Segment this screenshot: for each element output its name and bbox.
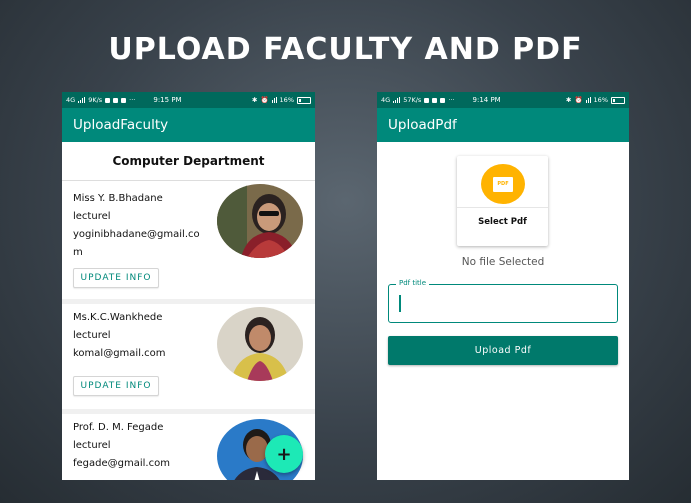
notification-icon <box>432 97 438 103</box>
upload-pdf-screen: 4G 57K/s ··· 9:14 PM ✱ ⏰ 16% UploadPdf P… <box>377 92 629 480</box>
status-bar: 4G 9K/s ··· 9:15 PM ✱ ⏰ 16% <box>62 92 315 108</box>
update-info-button[interactable]: UPDATE INFO <box>73 268 159 288</box>
select-pdf-card[interactable]: PDF Select Pdf <box>457 156 548 246</box>
faculty-card: Miss Y. B.Bhadane lecturel yoginibhadane… <box>62 181 315 299</box>
upload-pdf-button[interactable]: Upload Pdf <box>388 336 618 365</box>
upload-faculty-screen: 4G 9K/s ··· 9:15 PM ✱ ⏰ 16% UploadFacult… <box>62 92 315 480</box>
app-bar-title: UploadFaculty <box>62 108 315 142</box>
faculty-email: yoginibhadane@gmail.com <box>73 229 200 258</box>
faculty-role: lecturel <box>73 211 111 222</box>
department-title: Computer Department <box>62 142 315 181</box>
status-time: 9:15 PM <box>153 96 182 104</box>
pdf-title-field[interactable]: Pdf title <box>388 279 618 323</box>
pdf-title-label: Pdf title <box>396 279 430 287</box>
pdf-icon-text: PDF <box>493 176 513 192</box>
alarm-icon: ⏰ <box>260 96 269 104</box>
notification-icon <box>440 97 446 103</box>
network-speed: 9K/s <box>88 96 103 104</box>
notification-icon <box>105 97 111 103</box>
update-info-button[interactable]: UPDATE INFO <box>73 376 159 396</box>
card-divider <box>457 207 548 208</box>
network-speed: 57K/s <box>403 96 422 104</box>
status-time: 9:14 PM <box>472 96 501 104</box>
faculty-name: Prof. D. M. Fegade <box>73 422 164 433</box>
network-label: 4G <box>66 96 76 104</box>
battery-level: 16% <box>279 96 294 104</box>
faculty-photo <box>217 307 303 381</box>
faculty-role: lecturel <box>73 330 111 341</box>
battery-icon <box>611 96 625 104</box>
file-status-text: No file Selected <box>461 256 545 268</box>
wifi-icon <box>271 97 277 103</box>
faculty-email: fegade@gmail.com <box>73 458 170 469</box>
faculty-card: Ms.K.C.Wankhede lecturel komal@gmail.com… <box>62 304 315 409</box>
status-bar: 4G 57K/s ··· 9:14 PM ✱ ⏰ 16% <box>377 92 629 108</box>
notification-icon <box>113 97 119 103</box>
add-faculty-button[interactable]: + <box>265 435 303 473</box>
faculty-name: Ms.K.C.Wankhede <box>73 312 163 323</box>
signal-icon <box>78 97 86 103</box>
pdf-icon: PDF <box>481 164 525 204</box>
slide-title: UPLOAD FACULTY AND PDF <box>108 32 583 67</box>
battery-icon <box>297 96 311 104</box>
select-pdf-label: Select Pdf <box>478 217 527 227</box>
signal-icon <box>393 97 401 103</box>
wifi-icon <box>585 97 591 103</box>
network-label: 4G <box>381 96 391 104</box>
faculty-role: lecturel <box>73 440 111 451</box>
more-notifications-icon: ··· <box>448 96 455 104</box>
app-bar-title: UploadPdf <box>377 108 629 142</box>
more-notifications-icon: ··· <box>129 96 136 104</box>
notification-icon <box>424 97 430 103</box>
bluetooth-icon: ✱ <box>252 96 258 104</box>
bluetooth-icon: ✱ <box>566 96 572 104</box>
alarm-icon: ⏰ <box>574 96 583 104</box>
faculty-photo <box>217 184 303 258</box>
faculty-email: komal@gmail.com <box>73 348 166 359</box>
text-cursor <box>399 295 401 312</box>
pdf-title-input[interactable] <box>403 293 603 313</box>
notification-icon <box>121 97 127 103</box>
battery-level: 16% <box>593 96 608 104</box>
faculty-name: Miss Y. B.Bhadane <box>73 193 163 204</box>
